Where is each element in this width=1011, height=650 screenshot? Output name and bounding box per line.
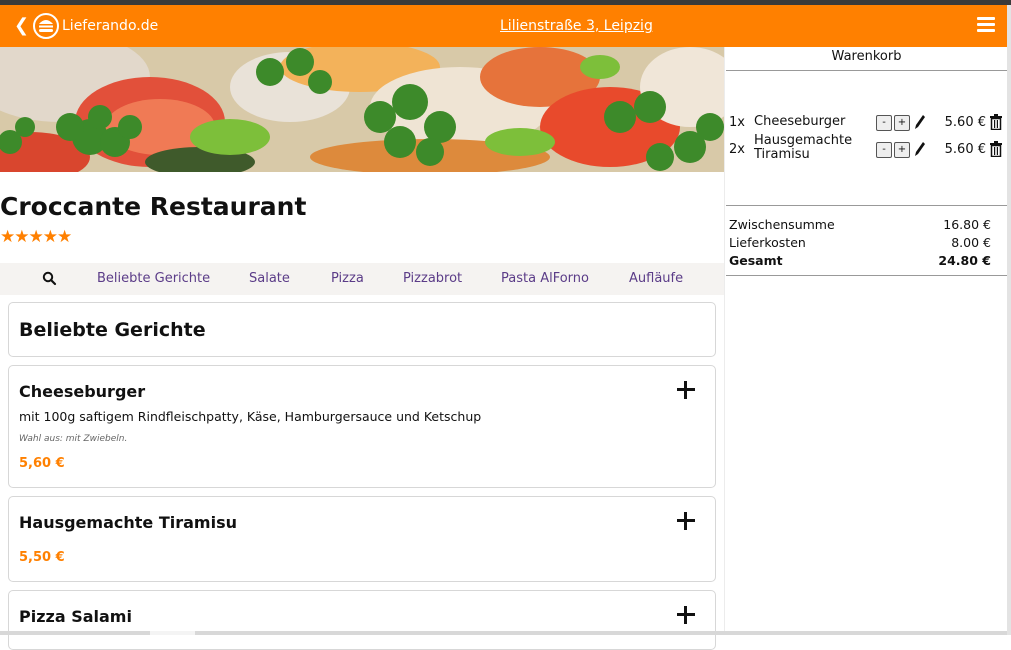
- dish-description: mit 100g saftigem Rindfleischpatty, Käse…: [19, 409, 482, 424]
- divider: [726, 205, 1007, 206]
- category-salate[interactable]: Salate: [249, 271, 290, 286]
- cart-item-qty: 1x: [729, 115, 745, 130]
- horizontal-scrollbar[interactable]: [0, 631, 1007, 635]
- hamburger-menu-icon[interactable]: [977, 17, 995, 33]
- plus-icon[interactable]: [677, 512, 695, 530]
- scrollbar-thumb[interactable]: [150, 631, 195, 635]
- pencil-icon[interactable]: [914, 141, 926, 157]
- dish-name: Pizza Salami: [19, 607, 132, 626]
- delivery-label: Lieferkosten: [729, 235, 806, 250]
- subtotal-label: Zwischensumme: [729, 217, 835, 232]
- category-auflaeufe[interactable]: Aufläufe: [629, 271, 683, 286]
- window-scrollbar-track[interactable]: [1007, 5, 1011, 635]
- decrease-button[interactable]: -: [876, 115, 892, 131]
- cart-item-name: Cheeseburger: [754, 114, 846, 129]
- cart-title: Warenkorb: [831, 49, 902, 64]
- back-chevron-icon[interactable]: ❮: [14, 17, 29, 35]
- category-nav-bar: Beliebte Gerichte Salate Pizza Pizzabrot…: [0, 263, 724, 295]
- section-header-card: Beliebte Gerichte: [8, 302, 716, 357]
- dish-options: Wahl aus: mit Zwiebeln.: [19, 434, 128, 444]
- section-title: Beliebte Gerichte: [19, 319, 206, 341]
- delivery-address-link[interactable]: Lilienstraße 3, Leipzig: [500, 18, 653, 34]
- category-beliebte-gerichte[interactable]: Beliebte Gerichte: [97, 271, 210, 286]
- pencil-icon[interactable]: [914, 114, 926, 130]
- delivery-value: 8.00 €: [951, 235, 991, 250]
- cart-item-name: Hausgemachte Tiramisu: [754, 133, 853, 162]
- dish-card-cheeseburger[interactable]: Cheeseburger mit 100g saftigem Rindfleis…: [8, 365, 716, 488]
- restaurant-name: Croccante Restaurant: [0, 192, 307, 221]
- burger-logo-icon[interactable]: [33, 13, 59, 39]
- dish-card-tiramisu[interactable]: Hausgemachte Tiramisu 5,50 €: [8, 496, 716, 582]
- total-label: Gesamt: [729, 253, 783, 268]
- increase-button[interactable]: +: [894, 142, 910, 158]
- cart-panel: Warenkorb 1x Cheeseburger - + 5.60 € 2x …: [724, 47, 1007, 635]
- cart-item-price: 5.60 €: [944, 142, 986, 157]
- category-pizza[interactable]: Pizza: [331, 271, 364, 286]
- rating-stars: ★★★★★: [0, 227, 72, 247]
- plus-icon[interactable]: [677, 606, 695, 624]
- dish-name: Cheeseburger: [19, 382, 146, 401]
- restaurant-hero-image: [0, 47, 724, 172]
- total-value: 24.80 €: [938, 253, 991, 268]
- brand-link[interactable]: Lieferando.de: [62, 18, 158, 34]
- dish-price: 5,60 €: [19, 456, 65, 471]
- divider: [726, 275, 1007, 276]
- dish-price: 5,50 €: [19, 550, 65, 565]
- search-icon[interactable]: [42, 271, 57, 286]
- dish-card-pizza-salami[interactable]: Pizza Salami: [8, 590, 716, 650]
- category-pizzabrot[interactable]: Pizzabrot: [403, 271, 462, 286]
- increase-button[interactable]: +: [894, 115, 910, 131]
- cart-item-qty: 2x: [729, 142, 745, 157]
- trash-icon[interactable]: [990, 141, 1002, 157]
- divider: [726, 70, 1007, 71]
- subtotal-value: 16.80 €: [943, 217, 991, 232]
- trash-icon[interactable]: [990, 114, 1002, 130]
- plus-icon[interactable]: [677, 381, 695, 399]
- dish-name: Hausgemachte Tiramisu: [19, 513, 237, 532]
- decrease-button[interactable]: -: [876, 142, 892, 158]
- cart-item-price: 5.60 €: [944, 115, 986, 130]
- category-pasta-alforno[interactable]: Pasta AlForno: [501, 271, 589, 286]
- top-header-bar: ❮ Lieferando.de Lilienstraße 3, Leipzig: [0, 5, 1007, 47]
